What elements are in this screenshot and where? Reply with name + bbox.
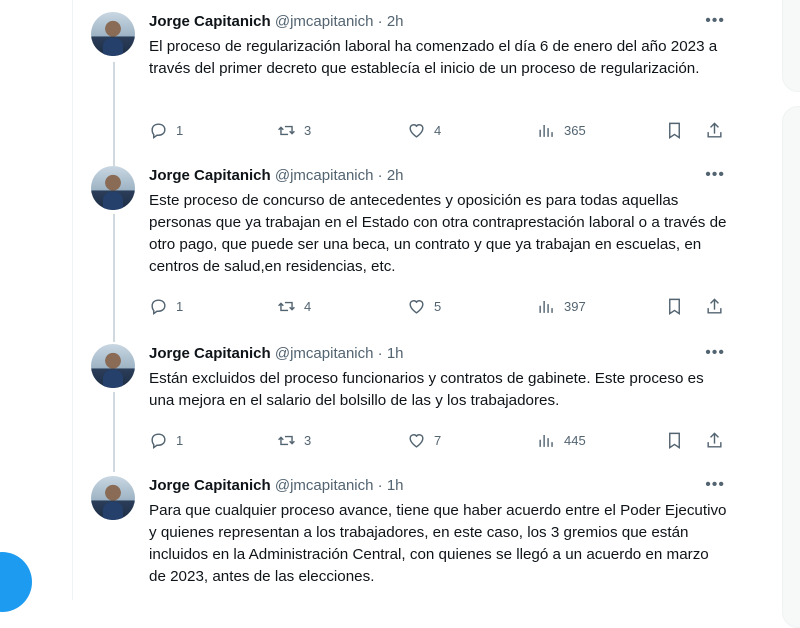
separator-dot: · xyxy=(377,167,383,184)
reply-icon xyxy=(151,432,166,449)
views-count: 445 xyxy=(564,432,586,448)
bookmark-icon xyxy=(669,122,680,139)
views-icon xyxy=(539,300,553,313)
share-icon xyxy=(707,431,722,448)
bookmark-button[interactable] xyxy=(665,296,684,316)
separator-dot: · xyxy=(377,13,383,30)
author-handle[interactable]: @jmcapitanich xyxy=(275,13,374,30)
reply-button[interactable]: 1 xyxy=(149,120,183,140)
retweet-count: 4 xyxy=(304,298,312,314)
avatar[interactable] xyxy=(91,166,135,210)
tweet-time[interactable]: 1h xyxy=(387,345,404,362)
tweet-actions: 1 3 4 365 xyxy=(149,120,729,140)
avatar[interactable] xyxy=(91,476,135,520)
author-handle[interactable]: @jmcapitanich xyxy=(275,167,374,184)
bookmark-icon xyxy=(669,298,680,315)
left-nav-area xyxy=(0,0,72,612)
tweet-header: Jorge Capitanich @jmcapitanich · 2h xyxy=(149,166,404,186)
tweet-time[interactable]: 2h xyxy=(387,167,404,184)
retweet-icon xyxy=(278,125,295,135)
reply-count: 1 xyxy=(176,298,184,314)
bookmark-button[interactable] xyxy=(665,430,684,450)
author-handle[interactable]: @jmcapitanich xyxy=(275,477,374,494)
like-button[interactable]: 4 xyxy=(407,120,441,140)
author-name[interactable]: Jorge Capitanich xyxy=(149,13,271,30)
bookmark-icon xyxy=(669,432,680,449)
tweet-actions: 1 3 7 445 xyxy=(149,430,729,450)
reply-count: 1 xyxy=(176,432,184,448)
like-count: 5 xyxy=(434,298,442,314)
author-name[interactable]: Jorge Capitanich xyxy=(149,345,271,362)
compose-tweet-button[interactable] xyxy=(0,552,32,612)
tweet-text: Para que cualquier proceso avance, tiene… xyxy=(149,502,727,585)
author-handle[interactable]: @jmcapitanich xyxy=(275,345,374,362)
tweet-text: El proceso de regularización laboral ha … xyxy=(149,38,718,77)
retweet-count: 3 xyxy=(304,122,312,138)
share-icon xyxy=(707,121,722,138)
views-button[interactable]: 445 xyxy=(537,430,586,450)
views-button[interactable]: 397 xyxy=(537,296,586,316)
tweet-header: Jorge Capitanich @jmcapitanich · 1h xyxy=(149,476,404,496)
more-icon[interactable]: ••• xyxy=(705,477,725,493)
tweet-header: Jorge Capitanich @jmcapitanich · 2h xyxy=(149,12,404,32)
reply-icon xyxy=(151,122,166,139)
tweet-text: Están excluidos del proceso funcionarios… xyxy=(149,370,704,409)
heart-icon xyxy=(409,299,424,314)
reply-count: 1 xyxy=(176,122,184,138)
reply-button[interactable]: 1 xyxy=(149,430,183,450)
tweet[interactable]: Jorge Capitanich @jmcapitanich · 1h ••• … xyxy=(73,344,745,470)
retweet-button[interactable]: 3 xyxy=(277,430,311,450)
retweet-button[interactable]: 3 xyxy=(277,120,311,140)
views-icon xyxy=(539,124,553,137)
sidebar-card xyxy=(782,106,800,628)
tweet-time[interactable]: 2h xyxy=(387,13,404,30)
tweet-thread: Jorge Capitanich @jmcapitanich · 2h ••• … xyxy=(72,0,746,600)
retweet-icon xyxy=(278,435,295,445)
right-sidebar xyxy=(745,0,800,628)
more-icon[interactable]: ••• xyxy=(705,345,725,361)
reply-button[interactable]: 1 xyxy=(149,296,183,316)
views-icon xyxy=(539,434,553,447)
tweet-time[interactable]: 1h xyxy=(387,477,404,494)
author-name[interactable]: Jorge Capitanich xyxy=(149,477,271,494)
like-button[interactable]: 5 xyxy=(407,296,441,316)
retweet-button[interactable]: 4 xyxy=(277,296,311,316)
views-count: 397 xyxy=(564,298,586,314)
views-count: 365 xyxy=(564,122,586,138)
more-icon[interactable]: ••• xyxy=(705,167,725,183)
tweet[interactable]: Jorge Capitanich @jmcapitanich · 2h ••• … xyxy=(73,166,745,336)
like-count: 7 xyxy=(434,432,442,448)
avatar[interactable] xyxy=(91,12,135,56)
tweet[interactable]: Jorge Capitanich @jmcapitanich · 2h ••• … xyxy=(73,12,745,160)
separator-dot: · xyxy=(377,345,383,362)
like-button[interactable]: 7 xyxy=(407,430,441,450)
share-button[interactable] xyxy=(705,296,724,316)
share-icon xyxy=(707,297,722,314)
share-button[interactable] xyxy=(705,430,724,450)
tweet[interactable]: Jorge Capitanich @jmcapitanich · 1h ••• … xyxy=(73,476,745,600)
share-button[interactable] xyxy=(705,120,724,140)
heart-icon xyxy=(409,433,424,448)
retweet-count: 3 xyxy=(304,432,312,448)
reply-icon xyxy=(151,298,166,315)
views-button[interactable]: 365 xyxy=(537,120,586,140)
tweet-actions: 1 4 5 397 xyxy=(149,296,729,316)
tweet-header: Jorge Capitanich @jmcapitanich · 1h xyxy=(149,344,404,364)
author-name[interactable]: Jorge Capitanich xyxy=(149,167,271,184)
avatar[interactable] xyxy=(91,344,135,388)
separator-dot: · xyxy=(377,477,383,494)
more-icon[interactable]: ••• xyxy=(705,13,725,29)
tweet-text: Este proceso de concurso de antecedentes… xyxy=(149,192,727,275)
heart-icon xyxy=(409,123,424,138)
bookmark-button[interactable] xyxy=(665,120,684,140)
retweet-icon xyxy=(278,301,295,311)
sidebar-card xyxy=(782,0,800,92)
like-count: 4 xyxy=(434,122,442,138)
